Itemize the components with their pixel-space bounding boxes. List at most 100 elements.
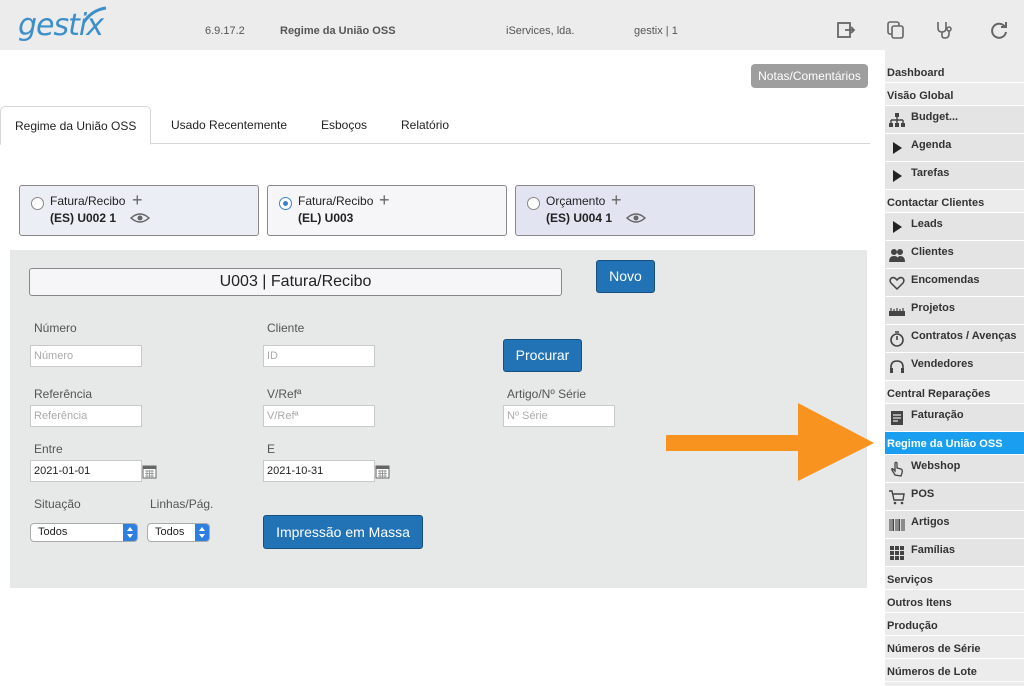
serie-input[interactable]: Nº Série xyxy=(503,405,615,427)
grid-icon xyxy=(890,546,904,560)
novo-button[interactable]: Novo xyxy=(596,260,655,293)
sidebar-item-webshop[interactable]: Webshop xyxy=(885,455,1024,483)
sidebar-item-encomendas[interactable]: Encomendas xyxy=(885,269,1024,297)
sidebar-item-familias[interactable]: Famílias xyxy=(885,539,1024,567)
situacao-select[interactable]: Todos xyxy=(30,523,138,542)
numero-input[interactable]: Número xyxy=(30,345,142,367)
sidebar-item-outros-itens[interactable]: Outros Itens xyxy=(885,590,1024,613)
cart-icon xyxy=(889,490,905,505)
impressao-massa-button[interactable]: Impressão em Massa xyxy=(263,515,423,549)
tab-usado-recentemente[interactable]: Usado Recentemente xyxy=(171,106,287,144)
cliente-input[interactable]: ID xyxy=(263,345,375,367)
copy-icon[interactable] xyxy=(886,20,906,40)
doc-type-card[interactable]: Fatura/Recibo + (EL) U003 xyxy=(267,185,507,236)
eye-icon[interactable] xyxy=(130,212,150,224)
sidebar-item-label: Leads xyxy=(911,218,943,230)
chevron-updown-icon xyxy=(195,524,209,541)
plus-icon[interactable]: + xyxy=(611,191,622,209)
headset-icon xyxy=(890,360,904,373)
sidebar-item-leads[interactable]: Leads xyxy=(885,213,1024,241)
sidebar-item-regime-uniao-oss[interactable]: Regime da União OSS xyxy=(885,432,1024,455)
doc-type-radio[interactable] xyxy=(527,197,540,210)
sidebar-item-numeros-serie[interactable]: Números de Série xyxy=(885,636,1024,659)
date-from-input[interactable]: 2021-01-01 xyxy=(30,460,142,482)
logout-icon[interactable] xyxy=(836,20,856,40)
situacao-label: Situação xyxy=(34,497,81,511)
tab-regime-uniao-oss[interactable]: Regime da União OSS xyxy=(0,106,152,145)
document-icon xyxy=(891,411,903,425)
calendar-icon[interactable] xyxy=(375,464,390,479)
referencia-input[interactable]: Referência xyxy=(30,405,142,427)
sidebar-item-agenda[interactable]: Agenda xyxy=(885,134,1024,162)
sidebar-item-numeros-lote[interactable]: Números de Lote xyxy=(885,659,1024,682)
tab-bar: Regime da União OSS Usado Recentemente E… xyxy=(0,106,870,145)
linhas-pag-select[interactable]: Todos xyxy=(147,523,210,542)
sidebar-item-contratos-avencas[interactable]: Contratos / Avenças xyxy=(885,325,1024,353)
top-bar: gestix 6.9.17.2 Regime da União OSS iSer… xyxy=(0,0,1024,50)
numero-label: Número xyxy=(34,321,77,335)
doc-series-code: (ES) U004 1 xyxy=(546,211,613,225)
sidebar-item-contactar-clientes[interactable]: Contactar Clientes xyxy=(885,190,1024,213)
play-icon xyxy=(893,221,902,233)
users-icon xyxy=(889,249,905,262)
sidebar-item-vendedores[interactable]: Vendedores xyxy=(885,353,1024,381)
sidebar-item-artigos[interactable]: Artigos xyxy=(885,511,1024,539)
doc-series-code: (ES) U002 1 xyxy=(50,211,117,225)
cliente-label: Cliente xyxy=(267,321,305,335)
doc-series-code: (EL) U003 xyxy=(298,211,354,225)
sidebar-item-faturacao[interactable]: Faturação xyxy=(885,404,1024,432)
play-icon xyxy=(893,170,902,182)
procurar-button[interactable]: Procurar xyxy=(503,339,582,372)
plus-icon[interactable]: + xyxy=(379,191,390,209)
plus-icon[interactable]: + xyxy=(132,191,143,209)
sidebar-item-label: Contactar Clientes xyxy=(887,197,985,209)
sidebar-item-label: Famílias xyxy=(911,544,956,556)
artigo-serie-label: Artigo/Nº Série xyxy=(507,387,587,401)
module-name: Regime da União OSS xyxy=(280,25,396,37)
barcode-icon xyxy=(889,519,905,531)
ruler-icon xyxy=(889,308,905,316)
sidebar-item-tarefas[interactable]: Tarefas xyxy=(885,162,1024,190)
sidebar-item-projetos[interactable]: Projetos xyxy=(885,297,1024,325)
tab-relatorio[interactable]: Relatório xyxy=(401,106,449,144)
chevron-updown-icon xyxy=(123,524,137,541)
sidebar-item-label: Webshop xyxy=(911,460,961,472)
doc-type-card[interactable]: Fatura/Recibo + (ES) U002 1 xyxy=(19,185,259,236)
refresh-icon[interactable] xyxy=(989,20,1009,40)
sidebar-item-central-reparacoes[interactable]: Central Reparações xyxy=(885,381,1024,404)
sidebar-item-pos[interactable]: POS xyxy=(885,483,1024,511)
sidebar-item-label: Tarefas xyxy=(911,167,950,179)
sidebar-item-producao[interactable]: Produção xyxy=(885,613,1024,636)
sidebar-item-servicos[interactable]: Serviços xyxy=(885,567,1024,590)
sidebar-item-visao-global[interactable]: Visão Global xyxy=(885,83,1024,106)
date-to-input[interactable]: 2021-10-31 xyxy=(263,460,375,482)
stopwatch-icon xyxy=(890,331,904,347)
sidebar-item-label: Contratos / Avenças xyxy=(911,330,1017,342)
doc-type-card[interactable]: Orçamento + (ES) U004 1 xyxy=(515,185,755,236)
tab-esbocos[interactable]: Esboços xyxy=(321,106,367,144)
user-info: gestix | 1 xyxy=(634,25,678,37)
sidebar-item-label: Vendedores xyxy=(911,358,974,370)
doc-type-radio[interactable] xyxy=(279,197,292,210)
stethoscope-icon[interactable] xyxy=(934,20,954,40)
sidebar-item-label: Agenda xyxy=(911,139,952,151)
sidebar-item-label: Visão Global xyxy=(887,90,954,102)
sidebar-item-clientes[interactable]: Clientes xyxy=(885,241,1024,269)
play-icon xyxy=(893,142,902,154)
calendar-icon[interactable] xyxy=(142,464,157,479)
sidebar-item-label: Clientes xyxy=(911,246,954,258)
sidebar-item-label: Números de Lote xyxy=(887,666,977,678)
sidebar-item-dashboard[interactable]: Dashboard xyxy=(885,60,1024,83)
logo-swoosh-icon xyxy=(82,6,107,23)
hand-pointer-icon xyxy=(891,461,903,477)
sidebar-item-label: Números de Série xyxy=(887,643,981,655)
linhas-pag-label: Linhas/Pág. xyxy=(150,497,214,511)
eye-icon[interactable] xyxy=(626,212,646,224)
app-version: 6.9.17.2 xyxy=(205,25,245,37)
sidebar-item-budget[interactable]: Budget... xyxy=(885,106,1024,134)
notes-button[interactable]: Notas/Comentários xyxy=(751,64,868,88)
vref-input[interactable]: V/Refª xyxy=(263,405,375,427)
doc-type-radio[interactable] xyxy=(31,197,44,210)
sidebar-item-label: Artigos xyxy=(911,516,950,528)
doc-type-label: Orçamento xyxy=(546,194,606,208)
